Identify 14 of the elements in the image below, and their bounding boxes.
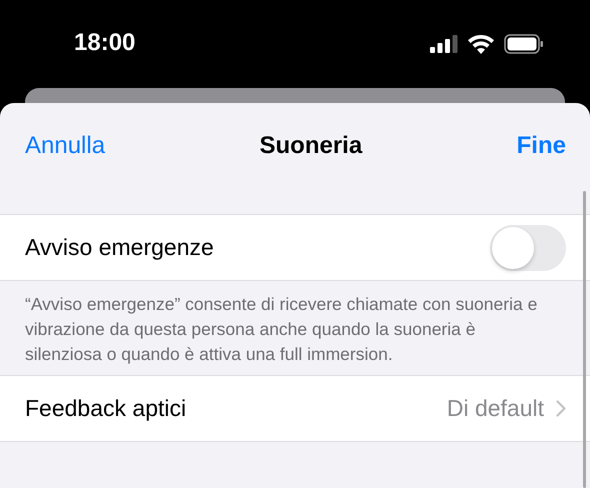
row-label: Avviso emergenze (25, 234, 214, 261)
sheet-title: Suoneria (260, 132, 362, 160)
done-button[interactable]: Fine (516, 132, 566, 160)
chevron-icon (556, 400, 566, 417)
battery-icon (504, 34, 544, 54)
wifi-icon (468, 34, 494, 54)
cancel-button[interactable]: Annulla (25, 132, 106, 160)
signal-icon (430, 35, 458, 53)
row-label: Feedback aptici (25, 395, 186, 422)
toggle-switch[interactable] (490, 224, 566, 270)
row-value: Di default (446, 395, 544, 422)
status-time: 18:00 (74, 29, 136, 57)
settings-row[interactable]: Feedback aptici Di default (0, 375, 590, 442)
row-footnote: “Avviso emergenze” consente di ricevere chiamate con suoneria e vibrazione da questa persona anche quando la suoneria è silenziosa o quando è attiva una full immersion. (24, 293, 538, 366)
